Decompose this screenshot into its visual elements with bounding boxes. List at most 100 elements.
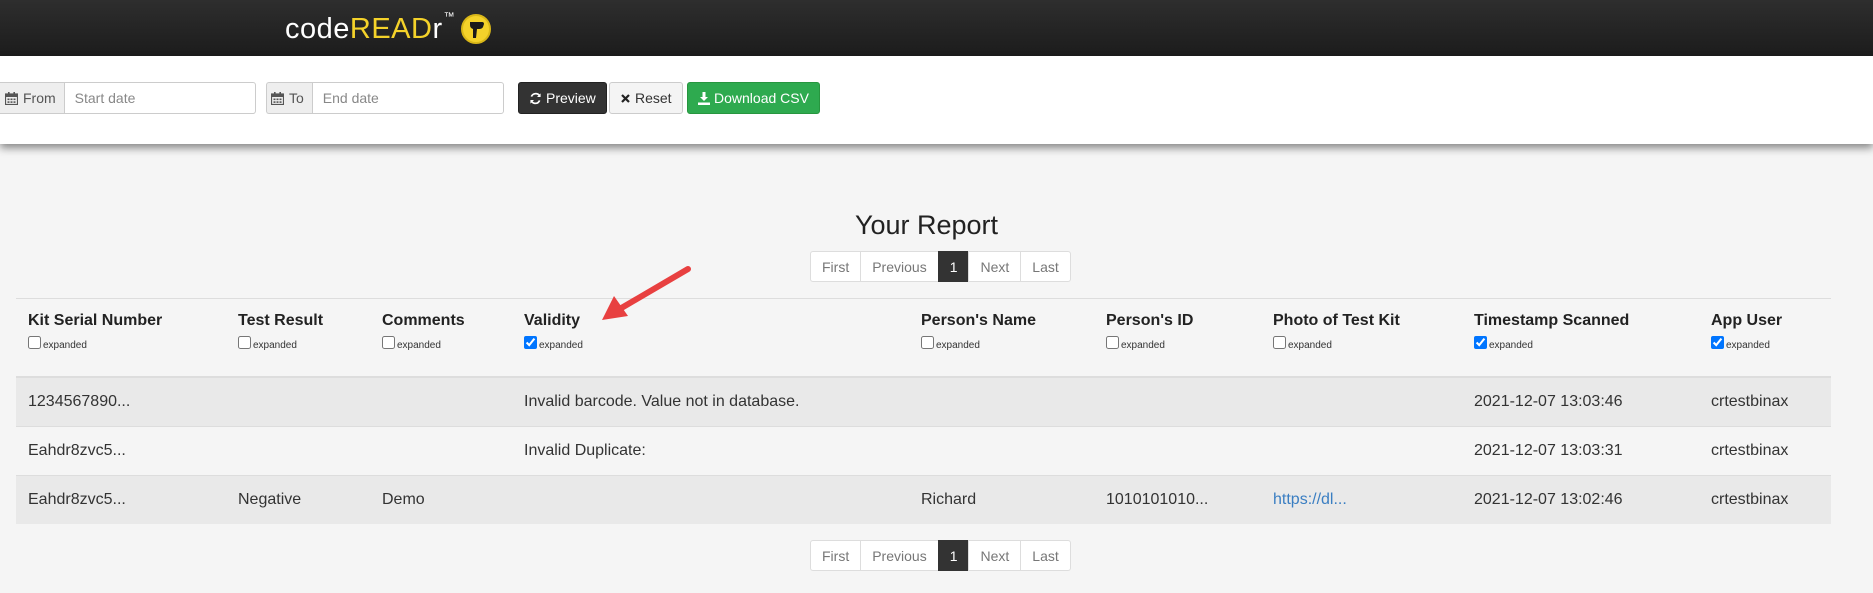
pagination-first[interactable]: First — [810, 540, 862, 571]
table-row: 1234567890... Invalid barcode. Value not … — [16, 376, 1831, 426]
pagination-current-page[interactable]: 1 — [937, 540, 970, 571]
table-cell — [909, 376, 1094, 426]
table-cell — [512, 474, 909, 524]
expanded-checkbox[interactable] — [1711, 336, 1724, 349]
logo-trademark: ™ — [443, 11, 456, 23]
column-header-label: App User — [1711, 312, 1783, 329]
expanded-toggle[interactable]: expanded — [1711, 336, 1819, 351]
table-cell: Demo — [370, 474, 512, 524]
annotation-arrow-icon — [602, 266, 691, 320]
logo-text-code: code — [285, 12, 350, 45]
table-row: Eahdr8zvc5... Invalid Duplicate: 2021-12-0… — [16, 425, 1831, 475]
download-csv-button[interactable]: Download CSV — [687, 82, 820, 114]
expanded-label: expanded — [1121, 340, 1165, 351]
table-header-row: Kit Serial Number expanded Test Result expa… — [16, 299, 1831, 378]
to-date-group: To — [266, 82, 504, 114]
calendar-icon — [271, 91, 284, 105]
preview-label: Preview — [546, 90, 596, 106]
pagination-previous[interactable]: Previous — [860, 251, 939, 282]
expanded-toggle[interactable]: expanded — [524, 336, 897, 351]
table-cell: crtestbinax — [1699, 376, 1831, 426]
table-cell — [370, 376, 512, 426]
column-header-label: Person's Name — [921, 312, 1036, 329]
from-date-group: From — [0, 82, 256, 114]
column-header-label: Photo of Test Kit — [1273, 312, 1400, 329]
expanded-checkbox[interactable] — [524, 336, 537, 349]
end-date-input[interactable] — [311, 82, 504, 114]
table-cell — [370, 425, 512, 475]
column-header-label: Kit Serial Number — [28, 312, 163, 329]
expanded-label: expanded — [43, 340, 87, 351]
app-header: code READ r ™ — [0, 0, 1873, 56]
column-header-label: Timestamp Scanned — [1474, 312, 1630, 329]
expanded-toggle[interactable]: expanded — [921, 336, 1082, 351]
table-cell: https://dl... — [1261, 474, 1462, 524]
pagination-last[interactable]: Last — [1020, 540, 1071, 571]
report-title: Your Report — [854, 210, 999, 240]
pagination-current-page[interactable]: 1 — [937, 251, 970, 282]
start-date-input[interactable] — [63, 82, 256, 114]
expanded-label: expanded — [397, 340, 441, 351]
column-header-label: Comments — [382, 312, 465, 329]
column-header: Photo of Test Kit expanded — [1261, 299, 1462, 378]
table-cell: Invalid barcode. Value not in database. — [512, 376, 909, 426]
table-cell — [1261, 376, 1462, 426]
table-row: Eahdr8zvc5... Negative Demo Richard 10101010… — [16, 474, 1831, 524]
report-table-container: Kit Serial Number expanded Test Result expa… — [16, 298, 1831, 524]
expanded-checkbox[interactable] — [382, 336, 395, 349]
expanded-toggle[interactable]: expanded — [238, 336, 358, 351]
table-cell: Eahdr8zvc5... — [16, 425, 226, 475]
reset-button[interactable]: Reset — [609, 82, 683, 114]
report-table: Kit Serial Number expanded Test Result expa… — [16, 299, 1831, 524]
expanded-label: expanded — [539, 340, 583, 351]
column-header-label: Validity — [524, 312, 581, 329]
download-csv-label: Download CSV — [714, 90, 809, 106]
pagination-next[interactable]: Next — [968, 540, 1022, 571]
logo[interactable]: code READ r ™ — [285, 11, 492, 46]
preview-button[interactable]: Preview — [518, 82, 607, 114]
pagination-first[interactable]: First — [810, 251, 862, 282]
to-addon: To — [266, 82, 312, 114]
table-cell — [909, 425, 1094, 475]
pagination-previous[interactable]: Previous — [860, 540, 939, 571]
expanded-toggle[interactable]: expanded — [28, 336, 214, 351]
expanded-checkbox[interactable] — [1474, 336, 1487, 349]
to-label: To — [289, 90, 304, 106]
pagination-last[interactable]: Last — [1020, 251, 1071, 282]
pagination-bottom: First Previous 1 Next Last — [810, 540, 1071, 571]
expanded-checkbox[interactable] — [1106, 336, 1119, 349]
logo-text-read: READ — [349, 12, 433, 45]
table-cell: 1010101010... — [1094, 474, 1261, 524]
calendar-icon — [5, 91, 18, 105]
column-header: Comments expanded — [370, 299, 512, 378]
expanded-checkbox[interactable] — [28, 336, 41, 349]
table-cell: Richard — [909, 474, 1094, 524]
expanded-label: expanded — [1288, 340, 1332, 351]
reset-label: Reset — [635, 90, 672, 106]
table-cell — [1094, 376, 1261, 426]
expanded-toggle[interactable]: expanded — [1106, 336, 1249, 351]
table-cell: 2021-12-07 13:03:46 — [1462, 376, 1699, 426]
expanded-label: expanded — [1726, 340, 1770, 351]
column-header: Timestamp Scanned expanded — [1462, 299, 1699, 378]
expanded-label: expanded — [936, 340, 980, 351]
pagination-top: First Previous 1 Next Last — [810, 251, 1071, 282]
expanded-toggle[interactable]: expanded — [1474, 336, 1687, 351]
table-cell — [1261, 425, 1462, 475]
logo-text-r: r — [432, 12, 443, 45]
expanded-checkbox[interactable] — [921, 336, 934, 349]
table-cell — [1094, 425, 1261, 475]
expanded-checkbox[interactable] — [1273, 336, 1286, 349]
column-header: App User expanded — [1699, 299, 1831, 378]
pagination-next[interactable]: Next — [968, 251, 1022, 282]
from-addon: From — [0, 82, 64, 114]
filter-toolbar: From To Preview Reset — [0, 56, 1873, 144]
expanded-checkbox[interactable] — [238, 336, 251, 349]
expanded-toggle[interactable]: expanded — [1273, 336, 1450, 351]
table-cell: 2021-12-07 13:03:31 — [1462, 425, 1699, 475]
expanded-toggle[interactable]: expanded — [382, 336, 500, 351]
column-header: Person's ID expanded — [1094, 299, 1261, 378]
photo-link[interactable]: https://dl... — [1273, 491, 1347, 508]
table-cell: crtestbinax — [1699, 425, 1831, 475]
expanded-label: expanded — [253, 340, 297, 351]
